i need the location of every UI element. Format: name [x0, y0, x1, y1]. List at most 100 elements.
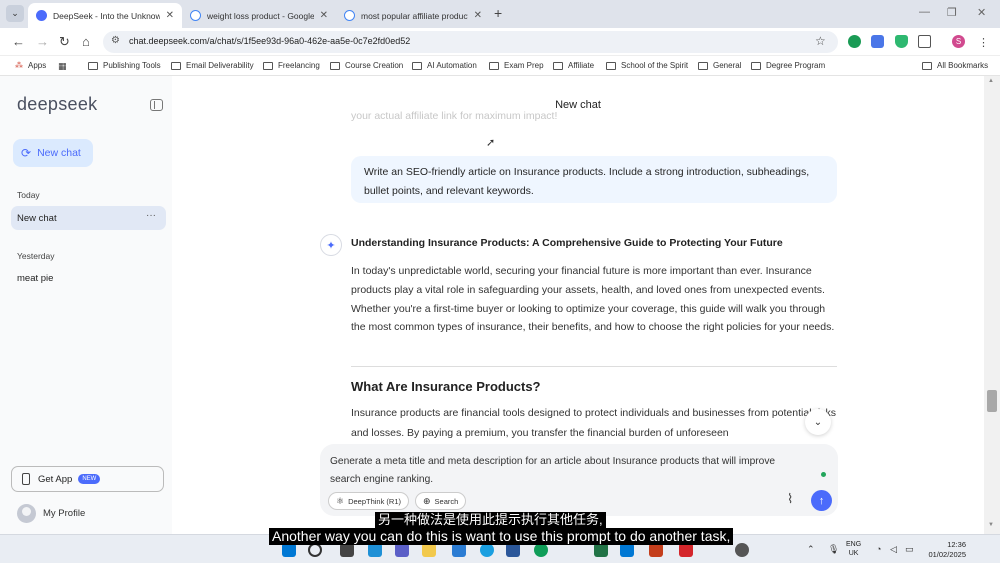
obs-icon[interactable] — [735, 543, 749, 557]
message-input[interactable]: Generate a meta title and meta descripti… — [330, 453, 805, 489]
bookmark-degree-program[interactable]: Degree Program — [751, 61, 825, 70]
folder-icon — [553, 61, 563, 70]
user-message: Write an SEO-friendly article on Insuran… — [351, 156, 837, 203]
mouse-cursor-icon: ➚ — [486, 137, 496, 149]
close-tab-icon[interactable]: ✕ — [320, 10, 328, 21]
new-badge: NEW — [78, 474, 101, 484]
system-clock[interactable]: 12:36 01/02/2025 — [924, 540, 966, 560]
bookmark-exam-prep[interactable]: Exam Prep — [489, 61, 544, 70]
scroll-up-icon[interactable]: ▲ — [988, 78, 994, 84]
bookmark-school-of-the-spirit[interactable]: School of the Spirit — [606, 61, 688, 70]
search-toggle[interactable]: ⊕ Search — [415, 492, 467, 510]
bookmark-email-deliverability[interactable]: Email Deliverability — [171, 61, 254, 70]
bookmark-star-icon[interactable]: ☆ — [815, 34, 826, 48]
translate-extension-icon[interactable] — [871, 35, 884, 48]
chat-main: your actual affiliate link for maximum i… — [172, 76, 984, 534]
tab-google-search[interactable]: weight loss product - Google S ✕ — [182, 3, 336, 28]
browser-toolbar: ← → ↻ ⌂ ⚙ chat.deepseek.com/a/chat/s/1f5… — [0, 28, 1000, 56]
deepthink-toggle[interactable]: ⚛ DeepThink (R1) — [328, 492, 410, 510]
tab-groups-icon[interactable]: ▦ — [58, 61, 67, 72]
close-window-icon[interactable]: ✕ — [977, 6, 986, 19]
url-text: chat.deepseek.com/a/chat/s/1f5ee93d-96a0… — [129, 36, 411, 46]
bookmark-affiliate[interactable]: Affiliate — [553, 61, 594, 70]
forward-icon[interactable]: → — [36, 34, 49, 50]
ai-response-subheading: What Are Insurance Products? — [351, 379, 541, 394]
profile-avatar[interactable]: S — [952, 35, 965, 48]
deepseek-logo: deepseek — [17, 94, 98, 114]
sidebar: deepseek ⟳ New chat Today New chat ··· Y… — [0, 76, 172, 534]
address-bar[interactable]: ⚙ chat.deepseek.com/a/chat/s/1f5ee93d-96… — [103, 31, 838, 53]
globe-icon: ⊕ — [423, 495, 431, 506]
word-icon[interactable] — [506, 543, 520, 557]
powerpoint-icon[interactable] — [649, 543, 663, 557]
shield-extension-icon[interactable] — [895, 35, 908, 48]
more-options-icon[interactable]: ··· — [146, 210, 156, 221]
all-bookmarks[interactable]: All Bookmarks — [922, 61, 988, 70]
bookmark-course-creation[interactable]: Course Creation — [330, 61, 403, 70]
back-icon[interactable]: ← — [12, 34, 25, 50]
tray-chevron-icon[interactable]: ⌃ — [807, 544, 815, 555]
store-icon[interactable] — [620, 543, 634, 557]
deepseek-whale-icon: ✦ — [320, 234, 342, 256]
folder-icon — [171, 61, 181, 70]
send-button[interactable]: ↑ — [811, 490, 832, 511]
widgets-icon[interactable] — [368, 543, 382, 557]
close-tab-icon[interactable]: ✕ — [474, 10, 482, 21]
wifi-icon[interactable]: ◔ — [876, 544, 881, 554]
file-explorer-icon[interactable] — [422, 543, 436, 557]
get-app-button[interactable]: Get App NEW — [11, 466, 164, 492]
tab-search-menu-icon[interactable]: ⌄ — [6, 5, 24, 22]
folder-icon — [489, 61, 499, 70]
my-profile-button[interactable]: My Profile — [17, 504, 85, 523]
battery-icon[interactable]: ▭ — [905, 544, 914, 555]
close-tab-icon[interactable]: ✕ — [166, 10, 174, 21]
browser-menu-icon[interactable]: ⋮ — [978, 35, 989, 51]
tab-deepseek[interactable]: DeepSeek - Into the Unknown ✕ — [28, 3, 182, 28]
tab-title: weight loss product - Google S — [207, 10, 314, 21]
chat-item-meat-pie[interactable]: meat pie — [11, 266, 166, 290]
outlook-icon[interactable] — [452, 543, 466, 557]
chat-item-new-chat[interactable]: New chat ··· — [11, 206, 166, 230]
page-scrollbar[interactable]: ▲ ▼ — [984, 76, 1000, 534]
restore-window-icon[interactable]: ❐ — [947, 6, 957, 19]
message-composer[interactable]: Generate a meta title and meta descripti… — [320, 444, 838, 516]
bookmarks-bar: ⁂ Apps ▦ Publishing Tools Email Deliverab… — [0, 56, 1000, 76]
collapse-sidebar-icon[interactable] — [150, 99, 163, 111]
grammarly-extension-icon[interactable] — [848, 35, 861, 48]
new-chat-button[interactable]: ⟳ New chat — [13, 139, 93, 167]
reload-icon[interactable]: ↻ — [59, 34, 70, 50]
google-favicon-icon — [190, 10, 201, 21]
extensions-puzzle-icon[interactable] — [918, 35, 931, 48]
scrollbar-thumb[interactable] — [987, 390, 997, 412]
previous-message-fragment: your actual affiliate link for maximum i… — [351, 110, 558, 122]
task-view-icon[interactable] — [340, 543, 354, 557]
bookmark-freelancing[interactable]: Freelancing — [263, 61, 320, 70]
minimize-window-icon[interactable]: — — [919, 6, 930, 18]
scroll-to-bottom-button[interactable]: ⌄ — [805, 409, 831, 435]
teams-icon[interactable] — [395, 543, 409, 557]
excel-icon[interactable] — [594, 543, 608, 557]
bookmark-publishing-tools[interactable]: Publishing Tools — [88, 61, 161, 70]
section-label-yesterday: Yesterday — [17, 251, 55, 261]
edge-icon[interactable] — [480, 543, 494, 557]
scroll-down-icon[interactable]: ▼ — [988, 522, 994, 528]
start-menu-icon[interactable] — [282, 543, 296, 557]
bookmark-general[interactable]: General — [698, 61, 741, 70]
tab-google-affiliate[interactable]: most popular affiliate products ✕ — [336, 3, 490, 28]
chrome-icon[interactable] — [534, 543, 548, 557]
search-icon[interactable] — [308, 543, 322, 557]
site-info-icon[interactable]: ⚙ — [111, 35, 120, 46]
attach-file-icon[interactable]: ⌇ — [787, 491, 793, 507]
avatar — [17, 504, 36, 523]
volume-icon[interactable]: ◁ — [890, 544, 897, 555]
new-tab-button[interactable]: + — [494, 5, 502, 21]
microphone-icon[interactable]: 🎙 — [828, 544, 839, 555]
input-language[interactable]: ENG UK — [846, 540, 861, 558]
bookmark-ai-automation[interactable]: AI Automation — [412, 61, 477, 70]
google-favicon-icon — [344, 10, 355, 21]
home-icon[interactable]: ⌂ — [82, 34, 90, 50]
folder-icon — [412, 61, 422, 70]
folder-icon — [88, 61, 98, 70]
acrobat-icon[interactable] — [679, 543, 693, 557]
bookmark-apps[interactable]: ⁂ Apps — [15, 61, 46, 70]
